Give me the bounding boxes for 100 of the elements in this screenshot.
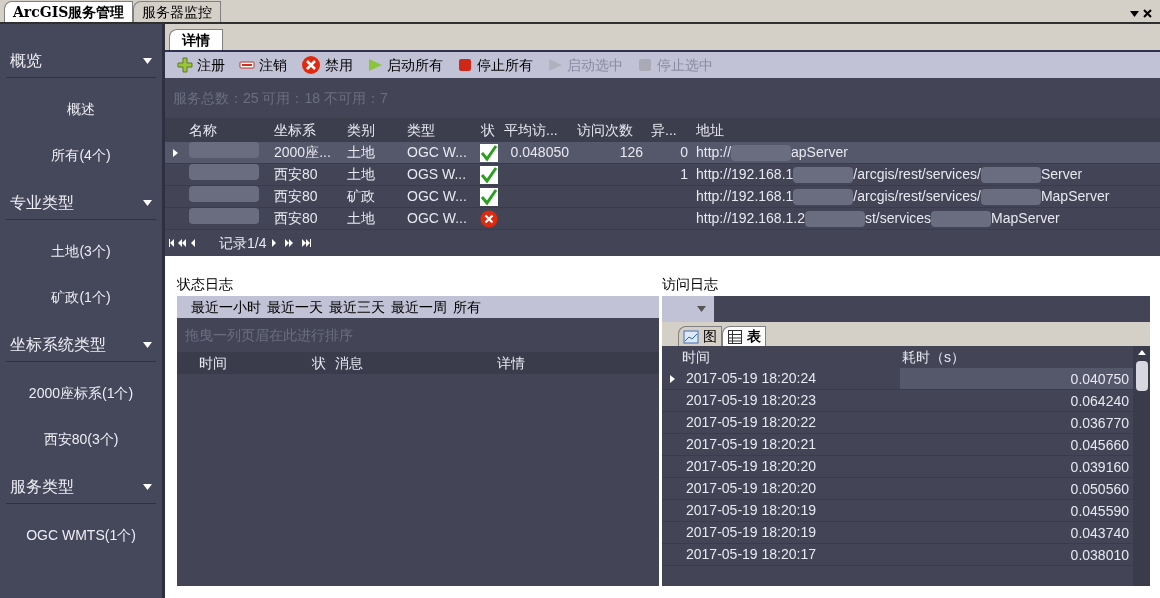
column-header[interactable]: 地址 — [692, 119, 1160, 141]
table-row[interactable]: 2017-05-19 18:20:21 0.045660 — [662, 434, 1133, 456]
column-header[interactable]: 类别 — [343, 119, 403, 141]
address-text: apServer — [791, 143, 848, 162]
table-cell-text: 2000座... — [273, 143, 332, 162]
tab[interactable]: 详情 — [169, 29, 223, 50]
table-cell-text: 矿政 — [346, 187, 376, 206]
dropdown-field[interactable] — [662, 296, 714, 322]
group-header[interactable]: 服务类型 — [6, 470, 156, 504]
tab[interactable]: 图 — [678, 326, 722, 346]
scrollbar[interactable] — [1133, 346, 1150, 586]
table-cell: 1 — [680, 166, 688, 182]
toolbar-button[interactable]: 禁用 — [297, 54, 357, 76]
dropdown-arrow-icon — [143, 341, 152, 348]
toolbar-button[interactable]: 启动所有 — [363, 54, 447, 76]
blurred-patch — [980, 188, 1041, 205]
table-row[interactable]: 西安80 矿政 OGC W... http://192.168.1 /arcgis/rest/services/ MapServer — [165, 186, 1160, 208]
column-header[interactable]: 类型 — [403, 119, 477, 141]
table-row[interactable]: 2017-05-19 18:20:20 0.039160 — [662, 456, 1133, 478]
tab[interactable]: 表 — [722, 326, 766, 346]
table-cell-text: 西安80 — [273, 165, 319, 184]
table-cell-text: OGC W... — [406, 143, 468, 162]
plus-icon — [177, 57, 193, 73]
column-header[interactable]: 时间 — [682, 346, 902, 368]
stop-icon — [637, 57, 653, 73]
group-header[interactable]: 坐标系统类型 — [6, 328, 156, 362]
sidebar-item[interactable]: 土地(3个) — [6, 228, 156, 274]
column-header[interactable]: 耗时（s） — [902, 346, 965, 368]
table-cell-text: 2017-05-19 18:20:20 — [685, 479, 817, 498]
sidebar-item[interactable]: 概述 — [6, 86, 156, 132]
table-cell-text: 0.038010 — [1069, 546, 1130, 565]
dropdown-arrow-icon — [143, 199, 152, 206]
toolbar-button[interactable]: 停止所有 — [453, 54, 537, 76]
column-header[interactable]: 平均访... — [500, 119, 573, 141]
table-cell-text: OGS W... — [406, 165, 468, 184]
table-cell-text: 2017-05-19 18:20:21 — [685, 435, 817, 454]
table-cell: 0.040750 — [900, 368, 1133, 389]
sidebar-item[interactable]: 西安80(3个) — [6, 416, 156, 462]
filter-button[interactable]: 最近一小时 — [191, 296, 261, 318]
table-cell-text: 土地 — [346, 143, 376, 162]
tab[interactable]: ArcGIS服务管理 — [4, 1, 134, 22]
column-header[interactable]: 消息 — [335, 352, 497, 374]
filter-button[interactable]: 所有 — [453, 296, 481, 318]
address-text: MapServer — [991, 209, 1060, 228]
blurred-patch — [793, 188, 854, 205]
toolbar-button[interactable]: 注销 — [235, 54, 291, 76]
column-header[interactable]: 详情 — [497, 352, 525, 374]
column-header[interactable]: 异... — [647, 119, 692, 141]
address-text: http://192.168.1 — [696, 187, 794, 206]
column-header[interactable]: 名称 — [185, 119, 270, 141]
table-cell-text: 2017-05-19 18:20:19 — [685, 523, 817, 542]
address-text: http://192.168.1.2 — [696, 209, 805, 228]
column-header[interactable]: 时间 — [199, 352, 312, 374]
dropdown-arrow-icon — [1130, 11, 1139, 17]
sidebar-item[interactable]: 2000座标系(1个) — [6, 370, 156, 416]
close-icon — [301, 55, 321, 75]
table-row[interactable]: 2017-05-19 18:20:19 0.043740 — [662, 522, 1133, 544]
filter-button[interactable]: 最近一天 — [267, 296, 323, 318]
group-header[interactable]: 概览 — [6, 44, 156, 78]
tab[interactable]: 服务器监控 — [133, 1, 222, 22]
column-header[interactable]: 状 — [312, 352, 335, 374]
address-text: Server — [1040, 165, 1083, 184]
sidebar-item[interactable]: 所有(4个) — [6, 132, 156, 178]
address-text: st/services — [865, 209, 932, 228]
dropdown-button[interactable] — [1130, 11, 1139, 17]
table-row[interactable]: 2017-05-19 18:20:23 0.064240 — [662, 390, 1133, 412]
table-row[interactable]: 2017-05-19 18:20:19 0.045590 — [662, 500, 1133, 522]
table-cell-text: 0.036770 — [1069, 414, 1130, 433]
scroll-thumb[interactable] — [1135, 361, 1148, 391]
column-header[interactable]: 状 — [477, 119, 500, 141]
sidebar-item[interactable]: OGC WMTS(1个) — [6, 512, 156, 558]
table-row[interactable]: 2017-05-19 18:20:20 0.050560 — [662, 478, 1133, 500]
table-row[interactable]: 2017-05-19 18:20:24 0.040750 — [662, 368, 1133, 390]
address-text: MapServer — [1040, 187, 1110, 206]
column-header[interactable]: 坐标系 — [270, 119, 343, 141]
table-row[interactable]: 西安80 土地 OGS W... 1 http://192.168.1 /arcgis/rest/services/ Server — [165, 164, 1160, 186]
table-row[interactable]: 2000座... 土地 OGC W... 0.048050 126 0 http:// apServer — [165, 142, 1160, 164]
sidebar-item[interactable]: 矿政(1个) — [6, 274, 156, 320]
close-icon[interactable] — [1143, 9, 1152, 18]
table-row[interactable]: 西安80 土地 OGC W... http://192.168.1.2 st/services MapServer — [165, 208, 1160, 230]
filter-button[interactable]: 最近一周 — [391, 296, 447, 318]
toolbar-button[interactable]: 注册 — [173, 54, 229, 76]
filter-button[interactable]: 最近三天 — [329, 296, 385, 318]
column-header[interactable]: 访问次数 — [573, 119, 647, 141]
table-row[interactable]: 2017-05-19 18:20:22 0.036770 — [662, 412, 1133, 434]
blurred-patch — [793, 166, 854, 183]
record-counter: 记录1/4 — [219, 233, 267, 253]
table-cell-text: 2017-05-19 18:20:19 — [685, 501, 817, 520]
table-cell-text: 0.045590 — [1069, 502, 1130, 521]
table-cell-text: OGC W... — [406, 187, 468, 206]
table-cell: 0.048050 — [510, 144, 569, 160]
table-icon — [727, 328, 743, 345]
group-header[interactable]: 专业类型 — [6, 186, 156, 220]
dropdown-arrow-icon — [143, 57, 152, 64]
chart-icon — [683, 328, 699, 345]
scroll-up-icon[interactable] — [1137, 350, 1146, 355]
table-cell-text: 0.045660 — [1069, 436, 1130, 455]
dropdown-arrow-icon — [697, 306, 706, 312]
table-row[interactable]: 2017-05-19 18:20:17 0.038010 — [662, 544, 1133, 566]
table-cell-text: 土地 — [346, 209, 376, 228]
